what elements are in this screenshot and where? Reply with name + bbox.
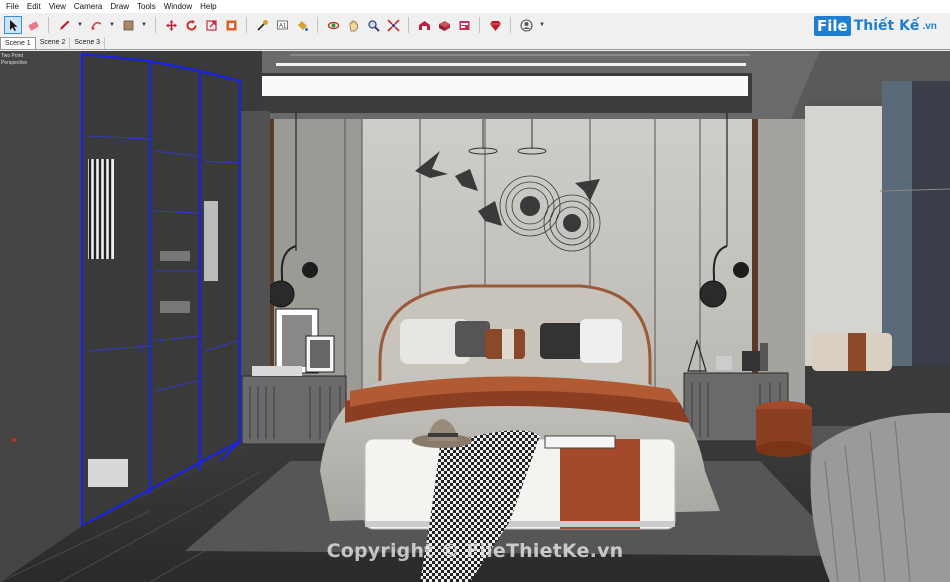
text-tool-icon: A1 [276,20,288,29]
menu-bar: File Edit View Camera Draw Tools Window … [0,0,950,13]
pan-tool-icon [349,20,358,31]
menu-tools[interactable]: Tools [133,0,160,13]
rotate-tool-button[interactable] [182,16,200,34]
pan-tool-button[interactable] [344,16,362,34]
menu-window[interactable]: Window [160,0,196,13]
components-button[interactable] [435,16,453,34]
menu-view[interactable]: View [45,0,70,13]
rotate-tool-icon [186,19,196,30]
move-tool-icon [165,19,177,31]
tape-measure-icon [256,19,268,31]
toolbar-separator [317,17,318,33]
extension-button[interactable] [455,16,473,34]
menu-draw[interactable]: Draw [106,0,133,13]
offset-tool-button[interactable] [222,16,240,34]
logo-domain-text: .vn [922,20,937,32]
components-icon [438,20,450,31]
zoom-tool-icon [367,19,380,32]
scale-tool-button[interactable] [202,16,220,34]
tab-scene-1[interactable]: Scene 1 [0,37,36,49]
scale-tool-icon [205,19,217,31]
logo-brand-text: Thiết Kế [853,18,920,34]
orbit-tool-button[interactable] [324,16,342,34]
account-button[interactable] [517,16,535,34]
extension-icon [459,20,469,30]
menu-edit[interactable]: Edit [23,0,45,13]
ruby-icon [489,20,501,31]
orbit-tool-icon [327,21,339,29]
bedroom-scene-render [0,51,950,582]
text-tool-button[interactable]: A1 [273,16,291,34]
paint-bucket-button[interactable] [293,16,311,34]
ruby-console-button[interactable] [486,16,504,34]
pencil-tool-icon [59,20,69,30]
eraser-tool-icon [27,21,39,30]
warehouse-button[interactable] [415,16,433,34]
scene-tabs: Scene 1 Scene 2 Scene 3 [0,37,950,50]
warehouse-icon [418,20,430,30]
toolbar-separator [510,17,511,33]
push-pull-dropdown-arrow[interactable]: ▼ [139,16,149,34]
pencil-dropdown-arrow[interactable]: ▼ [75,16,85,34]
zoom-extents-icon [386,18,400,32]
logo-file-text: File [814,16,851,36]
toolbar-separator [479,17,480,33]
menu-file[interactable]: File [2,0,23,13]
toolbar-separator [155,17,156,33]
zoom-extents-button[interactable] [384,16,402,34]
perspective-label: Perspective [1,60,28,66]
zoom-tool-button[interactable] [364,16,382,34]
svg-text:A1: A1 [279,23,287,29]
shape-dropdown-arrow[interactable]: ▼ [107,16,117,34]
account-icon [519,18,533,32]
toolbar-separator [408,17,409,33]
push-pull-tool-icon [123,20,133,30]
menu-help[interactable]: Help [196,0,220,13]
offset-tool-icon [226,20,236,30]
tab-scene-2[interactable]: Scene 2 [36,37,71,49]
select-tool-button[interactable] [4,16,22,34]
push-pull-tool-button[interactable] [119,16,137,34]
eraser-tool-button[interactable] [24,16,42,34]
pencil-tool-button[interactable] [55,16,73,34]
camera-type-label: Two Point [1,53,23,59]
paint-bucket-icon [297,20,308,31]
toolbar-separator [246,17,247,33]
move-tool-button[interactable] [162,16,180,34]
shape-tool-icon [90,21,101,30]
main-toolbar: ▼ ▼ ▼ A1 ▼ [0,13,950,37]
account-dropdown-arrow[interactable]: ▼ [537,16,547,34]
tab-scene-3[interactable]: Scene 3 [70,37,106,49]
copyright-watermark: Copyright © FileThietKe.vn [326,540,624,562]
menu-camera[interactable]: Camera [70,0,106,13]
select-tool-icon [9,19,17,31]
toolbar-separator [48,17,49,33]
shape-tool-button[interactable] [87,16,105,34]
modeling-viewport[interactable]: Two Point Perspective [0,51,950,582]
filethietke-logo: File Thiết Kế .vn [814,13,937,39]
tape-measure-button[interactable] [253,16,271,34]
